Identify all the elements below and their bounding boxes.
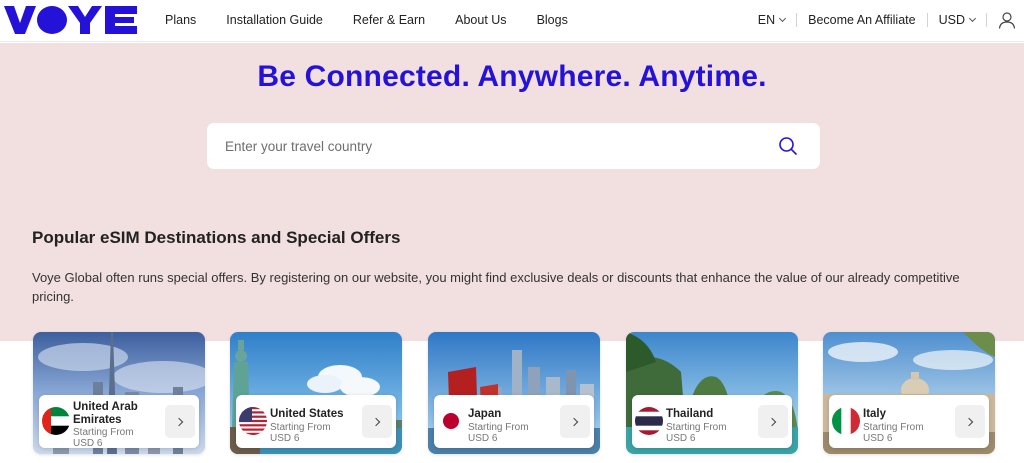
main-nav: Plans Installation Guide Refer & Earn Ab… [150, 0, 583, 40]
destination-price: USD 6 [270, 433, 300, 444]
destination-info: United Arab Emirates Starting From USD 6 [39, 395, 199, 449]
chevron-right-icon [371, 417, 380, 426]
site-header: Plans Installation Guide Refer & Earn Ab… [0, 0, 1024, 42]
search-icon[interactable] [778, 136, 798, 156]
search-box [207, 123, 820, 169]
destination-card-japan[interactable]: Japan Starting From USD 6 [428, 332, 600, 454]
nav-refer-earn[interactable]: Refer & Earn [353, 13, 425, 27]
destination-card-uae[interactable]: United Arab Emirates Starting From USD 6 [33, 332, 205, 454]
chevron-right-icon [964, 417, 973, 426]
currency-label: USD [938, 13, 965, 27]
header-actions: EN Become An Affiliate USD [758, 0, 1024, 40]
divider [796, 13, 798, 27]
voye-logo[interactable] [4, 4, 138, 36]
user-icon[interactable] [990, 0, 1024, 40]
starting-from-label: Starting From [666, 422, 727, 433]
thailand-flag-icon [635, 407, 663, 435]
destination-arrow-button[interactable] [955, 405, 985, 438]
japan-flag-icon [437, 407, 465, 435]
language-label: EN [757, 13, 776, 27]
uae-flag-icon [42, 407, 70, 435]
hero-section: Be Connected. Anywhere. Anytime. Popular… [0, 43, 1024, 341]
destination-name: Italy [863, 408, 887, 420]
destination-name: United Arab Emirates [73, 401, 138, 426]
starting-from-label: Starting From [270, 422, 331, 433]
chevron-right-icon [174, 417, 183, 426]
country-search-input[interactable] [225, 135, 765, 157]
section-title: Popular eSIM Destinations and Special Of… [32, 228, 401, 247]
starting-from-label: Starting From [468, 422, 529, 433]
divider [926, 13, 928, 27]
italy-flag-icon [832, 407, 860, 435]
destination-arrow-button[interactable] [560, 405, 590, 438]
starting-from-label: Starting From [73, 427, 134, 438]
destination-name: Japan [468, 408, 502, 420]
destination-price: USD 6 [73, 438, 103, 449]
starting-from-label: Starting From [863, 422, 924, 433]
destination-name: United States [270, 408, 344, 420]
destination-price: USD 6 [863, 433, 893, 444]
hero-title: Be Connected. Anywhere. Anytime. [257, 60, 767, 93]
section-description: Voye Global often runs special offers. B… [32, 270, 960, 304]
destination-price: USD 6 [468, 433, 498, 444]
divider [986, 13, 987, 27]
destination-info: Italy Starting From USD 6 [829, 395, 989, 448]
affiliate-link[interactable]: Become An Affiliate [808, 13, 915, 27]
language-selector[interactable]: EN [757, 13, 787, 27]
destination-price: USD 6 [666, 433, 696, 444]
chevron-down-icon [968, 14, 977, 22]
destination-arrow-button[interactable] [362, 405, 392, 438]
destination-cards: United Arab Emirates Starting From USD 6 [0, 332, 1024, 463]
nav-installation-guide[interactable]: Installation Guide [226, 13, 323, 27]
destination-arrow-button[interactable] [758, 405, 788, 438]
destination-info: United States Starting From USD 6 [236, 395, 396, 448]
destination-card-italy[interactable]: Italy Starting From USD 6 [823, 332, 995, 454]
destination-card-united-states[interactable]: United States Starting From USD 6 [230, 332, 402, 454]
destination-info: Japan Starting From USD 6 [434, 395, 594, 448]
destination-info: Thailand Starting From USD 6 [632, 395, 792, 448]
us-flag-icon [239, 407, 267, 435]
chevron-right-icon [767, 417, 776, 426]
chevron-right-icon [569, 417, 578, 426]
destination-name: Thailand [666, 408, 714, 420]
nav-blogs[interactable]: Blogs [537, 13, 568, 27]
destination-card-thailand[interactable]: Thailand Starting From USD 6 [626, 332, 798, 454]
nav-about-us[interactable]: About Us [455, 13, 506, 27]
currency-selector[interactable]: USD [938, 13, 977, 27]
destination-arrow-button[interactable] [165, 405, 195, 438]
nav-plans[interactable]: Plans [165, 13, 196, 27]
chevron-down-icon [779, 14, 787, 22]
